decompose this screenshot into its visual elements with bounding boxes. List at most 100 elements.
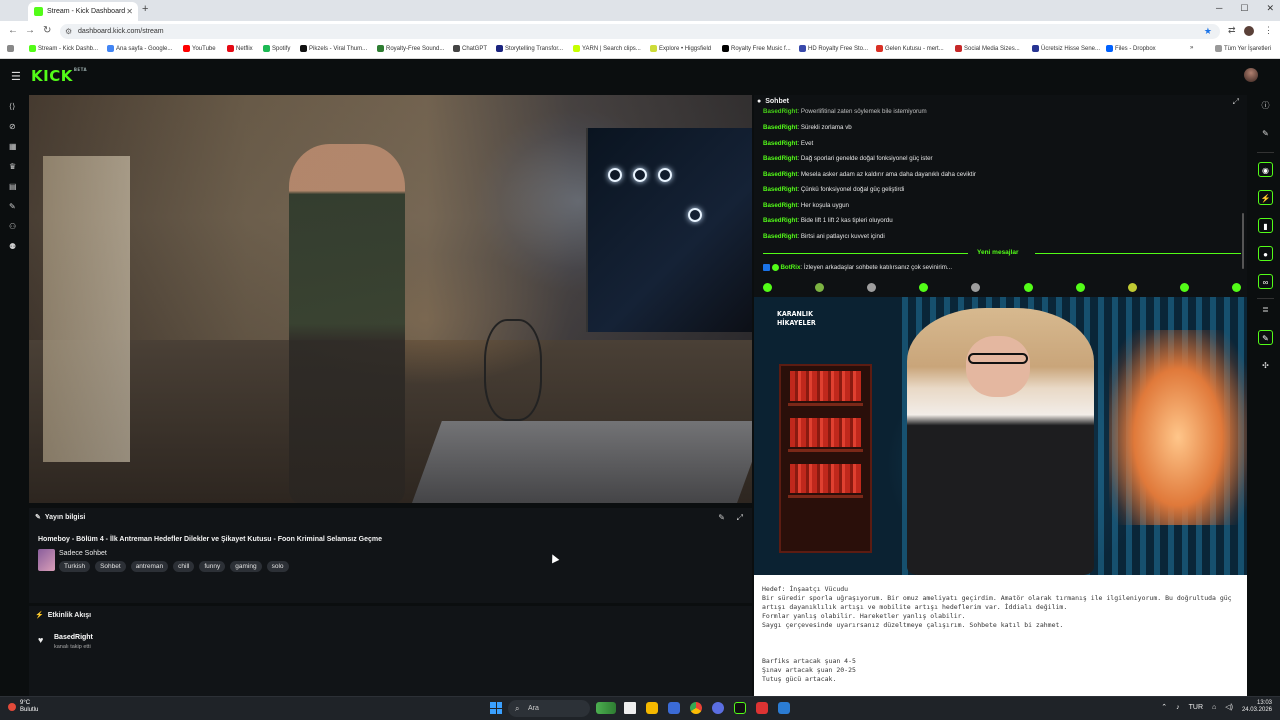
bookmark-item[interactable]: Royalty-Free Sound... [377, 45, 444, 52]
widgets-icon[interactable] [596, 702, 616, 714]
notepad-icon[interactable] [778, 702, 790, 714]
browser-menu-icon[interactable]: ⋮ [1264, 25, 1273, 36]
edit-icon[interactable]: ✎ [718, 513, 725, 522]
community-icon[interactable]: ⚉ [9, 242, 16, 251]
kick-logo[interactable]: KICKBETA [31, 67, 87, 85]
maximize-icon[interactable]: ☐ [1240, 3, 1248, 14]
file-explorer-icon[interactable] [646, 702, 658, 714]
taskbar-search[interactable]: ⌕ Ara [508, 700, 590, 717]
emote-icon[interactable] [919, 283, 929, 292]
all-bookmarks[interactable]: Tüm Yer İşaretleri [1215, 45, 1271, 52]
emote-icon[interactable] [1179, 283, 1189, 292]
emote-icon[interactable] [867, 283, 877, 292]
emote-icon[interactable] [763, 283, 772, 292]
stream-preview[interactable] [29, 95, 752, 503]
bookmark-item[interactable]: Gelen Kutusu - mert... [876, 45, 944, 52]
bookmark-item[interactable]: Explore • Higgsfield [650, 45, 711, 52]
activity-username[interactable]: BasedRight [54, 634, 93, 641]
language-indicator[interactable]: TUR [1189, 704, 1203, 711]
obs-icon[interactable] [734, 702, 746, 714]
emote-icon[interactable] [1231, 283, 1241, 292]
extensions-icon[interactable]: ⇄ [1228, 25, 1236, 36]
bookmark-item[interactable]: ChatGPT [453, 45, 487, 52]
overlay-video[interactable]: KARANLIK HİKAYELER [754, 297, 1247, 575]
bookmark-item[interactable]: Pikzels - Viral Thum... [300, 45, 367, 52]
tag[interactable]: solo [266, 561, 289, 572]
new-messages-divider[interactable]: Yeni mesajlar [763, 249, 1241, 257]
bookmark-item[interactable]: Spotify [263, 45, 290, 52]
new-tab-icon[interactable]: + [142, 3, 148, 15]
app-icon[interactable] [712, 702, 724, 714]
wrench-icon[interactable]: ✎ [1258, 330, 1273, 345]
emote-icon[interactable] [1075, 283, 1085, 292]
bookmark-star-icon[interactable]: ★ [1204, 24, 1212, 39]
bookmark-item[interactable]: Netflix [227, 45, 253, 52]
bookmark-item[interactable]: Royalty Free Music f... [722, 45, 791, 52]
apps-icon[interactable] [7, 45, 14, 52]
forward-icon[interactable]: → [25, 25, 35, 36]
tag[interactable]: gaming [230, 561, 262, 572]
tools-icon[interactable]: ✎ [9, 202, 16, 211]
info-icon[interactable]: ⓘ [1258, 98, 1273, 113]
volume-icon[interactable]: ◁) [1225, 703, 1233, 711]
bookmark-item[interactable]: HD Royalty Free Sto... [799, 45, 868, 52]
category-thumbnail[interactable] [38, 549, 55, 571]
reload-icon[interactable]: ↻ [43, 25, 51, 36]
tag[interactable]: antreman [130, 561, 169, 572]
popout-icon[interactable]: ⤢ [737, 513, 743, 523]
app-icon[interactable] [756, 702, 768, 714]
chat-popout-icon[interactable]: ⤢ [1233, 97, 1239, 107]
layout-icon[interactable]: ▤ [9, 182, 17, 191]
more-bookmarks-icon[interactable]: » [1190, 45, 1193, 51]
microphone-icon[interactable]: ♪ [1176, 704, 1180, 711]
tag[interactable]: funny [199, 561, 226, 572]
pencil-icon[interactable]: ✎ [1258, 126, 1273, 141]
camera-icon[interactable]: ◉ [1258, 162, 1273, 177]
close-tab-icon[interactable]: ✕ [126, 7, 133, 16]
tag[interactable]: Turkish [59, 561, 91, 572]
tag[interactable]: chill [173, 561, 195, 572]
stack-icon[interactable]: ≣ [1258, 302, 1273, 317]
bookmark-item[interactable]: Ücretsiz Hisse Sene... [1032, 45, 1100, 52]
chrome-icon[interactable] [690, 702, 702, 714]
store-icon[interactable] [668, 702, 680, 714]
emote-icon[interactable] [971, 283, 981, 292]
weather-widget[interactable]: 9°C Bulutlu [8, 700, 38, 714]
minimize-icon[interactable]: ─ [1216, 3, 1222, 14]
bookmark-item[interactable]: Storytelling Transfor... [496, 45, 563, 52]
bookmark-item[interactable]: YouTube [183, 45, 216, 52]
chat-scrollbar[interactable] [1242, 213, 1244, 269]
back-icon[interactable]: ← [8, 25, 18, 36]
menu-icon[interactable]: ☰ [11, 70, 21, 83]
bookmark-item[interactable]: Social Media Sizes... [955, 45, 1020, 52]
category-name[interactable]: Sadece Sohbet [59, 550, 107, 557]
users-icon[interactable]: ⚇ [9, 222, 16, 231]
bookmark-item[interactable]: Ana sayfa - Google... [107, 45, 172, 52]
chat-icon[interactable]: ● [1258, 246, 1273, 261]
site-info-icon[interactable]: ⚙ [65, 24, 72, 39]
close-window-icon[interactable]: ✕ [1266, 3, 1274, 14]
browser-tab[interactable]: Stream - Kick Dashboard ✕ [28, 2, 138, 21]
url-field[interactable]: ⚙ dashboard.kick.com/stream ★ [60, 24, 1220, 39]
emote-icon[interactable] [815, 283, 825, 292]
chevron-up-icon[interactable]: ⌃ [1161, 703, 1167, 711]
user-avatar[interactable] [1244, 68, 1258, 82]
link-icon[interactable]: ⊘ [9, 122, 16, 131]
dashboard-icon[interactable]: ▦ [9, 142, 17, 151]
network-icon[interactable]: ⌂ [1212, 704, 1216, 711]
trophy-icon[interactable]: ♛ [9, 162, 16, 171]
clock[interactable]: 13:03 24.03.2026 [1242, 700, 1272, 714]
link-icon[interactable]: ∞ [1258, 274, 1273, 289]
file-icon[interactable]: ▮ [1258, 218, 1273, 233]
bookmark-item[interactable]: Files - Dropbox [1106, 45, 1156, 52]
bookmark-item[interactable]: YARN | Search clips... [573, 45, 641, 52]
task-view-icon[interactable] [624, 702, 636, 714]
stream-icon[interactable]: ⟨⟩ [9, 102, 15, 111]
profile-avatar-icon[interactable] [1244, 26, 1254, 36]
emote-icon[interactable] [1127, 283, 1137, 292]
bolt-icon[interactable]: ⚡ [1258, 190, 1273, 205]
start-button[interactable] [490, 702, 502, 714]
emote-icon[interactable] [1023, 283, 1033, 292]
tag[interactable]: Sohbet [95, 561, 126, 572]
puzzle-icon[interactable]: ✣ [1258, 358, 1273, 373]
